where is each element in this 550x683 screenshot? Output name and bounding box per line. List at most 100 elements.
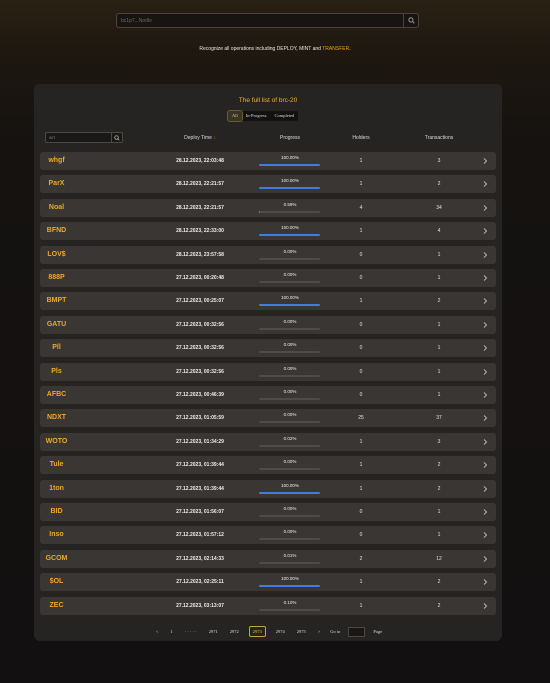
token-row[interactable]: Noal 28.12.2023, 22:21:57 0.59% 4 34 [40, 198, 496, 217]
chevron-right-icon[interactable] [481, 227, 489, 235]
search-button[interactable] [403, 14, 418, 27]
token-tick[interactable]: BMPT [40, 292, 73, 310]
token-tick[interactable]: AFBC [40, 386, 73, 404]
filter-all[interactable]: All [227, 110, 243, 122]
token-row[interactable]: GCOM 27.12.2023, 02:14:33 0.01% 2 12 [40, 549, 496, 568]
chevron-right-icon[interactable] [481, 555, 489, 563]
token-row[interactable]: ParX 28.12.2023, 22:21:57 100.00% 1 2 [40, 175, 496, 194]
progress-bar [259, 421, 320, 424]
token-tick[interactable]: Pll [40, 339, 73, 357]
token-tick[interactable]: WOTO [40, 433, 73, 451]
token-tick[interactable]: BFND [40, 222, 73, 240]
token-tick[interactable]: 1ton [40, 480, 73, 498]
token-tick[interactable]: $OL [40, 573, 73, 591]
token-tick[interactable]: Inso [40, 526, 73, 544]
column-header-holders: Holders [352, 135, 370, 141]
token-row[interactable]: BMPT 27.12.2023, 00:25:07 100.00% 1 2 [40, 292, 496, 311]
token-row[interactable]: BID 27.12.2023, 01:56:07 0.00% 0 1 [40, 503, 496, 521]
chevron-right-icon[interactable] [481, 414, 489, 422]
token-row[interactable]: Pls 27.12.2023, 00:32:56 0.00% 0 1 [40, 362, 496, 381]
chevron-right-icon[interactable] [481, 461, 489, 469]
token-tick[interactable]: Tule [40, 456, 73, 474]
goto-page-input[interactable] [348, 626, 366, 637]
token-row[interactable]: ZEC 27.12.2023, 03:13:07 0.10% 1 2 [40, 596, 496, 615]
page-first[interactable]: 1 [168, 627, 174, 636]
token-tick[interactable]: NDXT [40, 409, 73, 427]
transactions-count: 1 [437, 532, 441, 539]
chevron-right-icon[interactable] [481, 274, 489, 282]
progress-percent: 0.00% [283, 529, 297, 535]
chevron-right-icon[interactable] [481, 368, 489, 376]
page-link[interactable]: 2971 [207, 627, 220, 636]
chevron-right-icon[interactable] [481, 578, 489, 586]
deploy-time: 27.12.2023, 03:13:07 [176, 602, 224, 609]
chevron-right-icon[interactable] [481, 204, 489, 212]
transactions-count: 34 [436, 204, 442, 211]
chevron-right-icon[interactable] [481, 531, 489, 539]
token-row[interactable]: Pll 27.12.2023, 00:32:56 0.00% 0 1 [40, 339, 496, 358]
token-row[interactable]: BFND 28.12.2023, 22:33:00 100.00% 1 4 [40, 222, 496, 241]
transactions-count: 1 [437, 275, 441, 281]
chevron-right-icon[interactable] [481, 251, 489, 259]
token-row[interactable]: 1ton 27.12.2023, 01:39:44 100.00% 1 2 [40, 479, 496, 498]
token-row[interactable]: 888P 27.12.2023, 00:20:48 0.00% 0 1 [40, 269, 496, 287]
next-page-button[interactable]: > [316, 627, 323, 636]
holders-count: 0 [359, 345, 363, 352]
token-row[interactable]: whgf 28.12.2023, 22:03:48 100.00% 1 3 [40, 152, 496, 170]
token-tick[interactable]: Noal [40, 199, 73, 217]
chevron-right-icon[interactable] [481, 321, 489, 329]
filter-in-progress[interactable]: In-Progress [242, 111, 271, 121]
page-current[interactable]: 2973 [248, 626, 266, 637]
token-tick[interactable]: whgf [40, 152, 73, 170]
token-row[interactable]: NDXT 27.12.2023, 01:05:59 0.00% 25 37 [40, 409, 496, 428]
top-search-input[interactable] [117, 14, 413, 27]
progress-bar [259, 304, 320, 307]
progress-bar-fill [259, 234, 320, 237]
transactions-count: 1 [437, 392, 441, 398]
holders-count: 1 [359, 158, 363, 164]
holders-count: 1 [359, 602, 363, 609]
token-tick[interactable]: Pls [40, 363, 73, 381]
token-tick[interactable]: GCOM [40, 550, 73, 568]
token-tick[interactable]: GATU [40, 316, 73, 334]
chevron-right-icon[interactable] [481, 180, 489, 188]
chevron-right-icon[interactable] [481, 508, 489, 516]
transactions-count: 2 [437, 485, 441, 492]
pagination: < 1 · · · · · 2971 2972 2973 2974 2975 >… [34, 626, 502, 637]
token-row[interactable]: $OL 27.12.2023, 02:25:11 100.00% 1 2 [40, 573, 496, 592]
holders-count: 1 [359, 579, 363, 586]
token-row[interactable]: LOV$ 28.12.2023, 23:57:58 0.00% 0 1 [40, 245, 496, 264]
token-row[interactable]: Tule 27.12.2023, 01:39:44 0.00% 1 2 [40, 456, 496, 475]
filter-completed[interactable]: Completed [271, 111, 299, 121]
page-ellipsis[interactable]: · · · · · [183, 627, 199, 636]
token-tick[interactable]: LOV$ [40, 246, 73, 264]
page-link[interactable]: 2975 [295, 627, 308, 636]
token-tick[interactable]: BID [40, 503, 73, 521]
progress-percent: 0.00% [283, 389, 297, 394]
transactions-count: 2 [437, 602, 441, 609]
token-row[interactable]: AFBC 27.12.2023, 00:46:39 0.00% 0 1 [40, 386, 496, 404]
page-link[interactable]: 2972 [228, 627, 241, 636]
token-row[interactable]: WOTO 27.12.2023, 01:34:29 0.02% 1 3 [40, 432, 496, 451]
page-link[interactable]: 2974 [274, 627, 287, 636]
chevron-right-icon[interactable] [481, 344, 489, 352]
token-tick[interactable]: ParX [40, 175, 73, 193]
token-tick[interactable]: 888P [40, 269, 73, 287]
chevron-right-icon[interactable] [481, 157, 489, 165]
chevron-right-icon[interactable] [481, 485, 489, 493]
tick-search-input[interactable] [46, 133, 116, 142]
token-row[interactable]: GATU 27.12.2023, 00:32:56 0.00% 0 1 [40, 315, 496, 334]
deploy-time: 27.12.2023, 00:46:39 [176, 392, 224, 398]
token-tick[interactable]: ZEC [40, 597, 73, 615]
token-row[interactable]: Inso 27.12.2023, 01:57:12 0.00% 0 1 [40, 526, 496, 545]
transactions-count: 3 [437, 438, 441, 445]
deploy-time: 27.12.2023, 02:14:33 [176, 555, 224, 562]
chevron-right-icon[interactable] [481, 391, 489, 399]
column-header-deploy-time[interactable]: Deploy Time ↓ [160, 135, 240, 141]
chevron-right-icon[interactable] [481, 297, 489, 305]
chevron-right-icon[interactable] [481, 602, 489, 610]
prev-page-button[interactable]: < [154, 627, 161, 636]
progress-bar [259, 257, 320, 260]
tick-search-button[interactable] [111, 133, 122, 142]
chevron-right-icon[interactable] [481, 438, 489, 446]
